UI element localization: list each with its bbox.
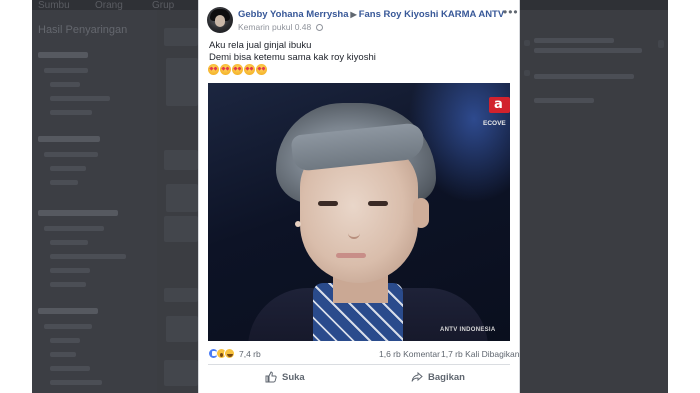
photo-caption: ANTV INDONESIA	[440, 327, 496, 333]
post-timestamp[interactable]: Kemarin pukul 0.48	[238, 22, 311, 32]
sidebar-title: Hasil Penyaringan	[38, 24, 128, 36]
heart-eyes-emoji-icon	[208, 64, 219, 75]
reaction-count: 7,4 rb	[239, 348, 261, 359]
haha-reaction-icon	[224, 348, 235, 359]
reaction-summary[interactable]: 7,4 rb	[208, 348, 261, 359]
filter-sidebar: Hasil Penyaringan	[32, 10, 157, 393]
like-button-label: Suka	[282, 371, 305, 383]
heart-eyes-emoji-icon	[232, 64, 243, 75]
share-button[interactable]: Bagikan	[411, 371, 465, 383]
post-header: Gebby Yohana Merrysha ▶ Fans Roy Kiyoshi K…	[238, 9, 504, 20]
heart-eyes-emoji-icon	[256, 64, 267, 75]
author-avatar[interactable]	[207, 7, 233, 33]
post-photo[interactable]: a ECOVE ANTV INDONESIA	[208, 83, 510, 341]
channel-logo-text: ECOVE	[483, 120, 506, 127]
thumbs-up-icon	[265, 371, 277, 383]
post-card: Gebby Yohana Merrysha ▶ Fans Roy Kiyoshi K…	[198, 0, 520, 393]
share-button-label: Bagikan	[428, 371, 465, 383]
caret-right-icon: ▶	[350, 10, 357, 19]
comment-count-link[interactable]: 1,6 rb Komentar	[379, 349, 440, 359]
channel-logo-letter: a	[494, 97, 503, 112]
share-arrow-icon	[411, 371, 423, 382]
like-button[interactable]: Suka	[265, 371, 305, 383]
action-divider	[208, 364, 510, 365]
globe-icon	[315, 24, 323, 31]
post-text-line-1: Aku rela jual ginjal ibuku	[209, 40, 312, 51]
emoji-row	[208, 64, 267, 75]
post-meta: Kemarin pukul 0.48	[238, 22, 323, 32]
heart-eyes-emoji-icon	[220, 64, 231, 75]
heart-eyes-emoji-icon	[244, 64, 255, 75]
author-name-link[interactable]: Gebby Yohana Merrysha	[238, 9, 349, 20]
group-name-link[interactable]: Fans Roy Kiyoshi KARMA ANTV	[359, 9, 505, 20]
share-count-link[interactable]: 1,7 rb Kali Dibagikan	[441, 349, 519, 359]
post-text-line-2: Demi bisa ketemu sama kak roy kiyoshi	[209, 52, 376, 63]
more-options-icon[interactable]: •••	[503, 5, 519, 19]
